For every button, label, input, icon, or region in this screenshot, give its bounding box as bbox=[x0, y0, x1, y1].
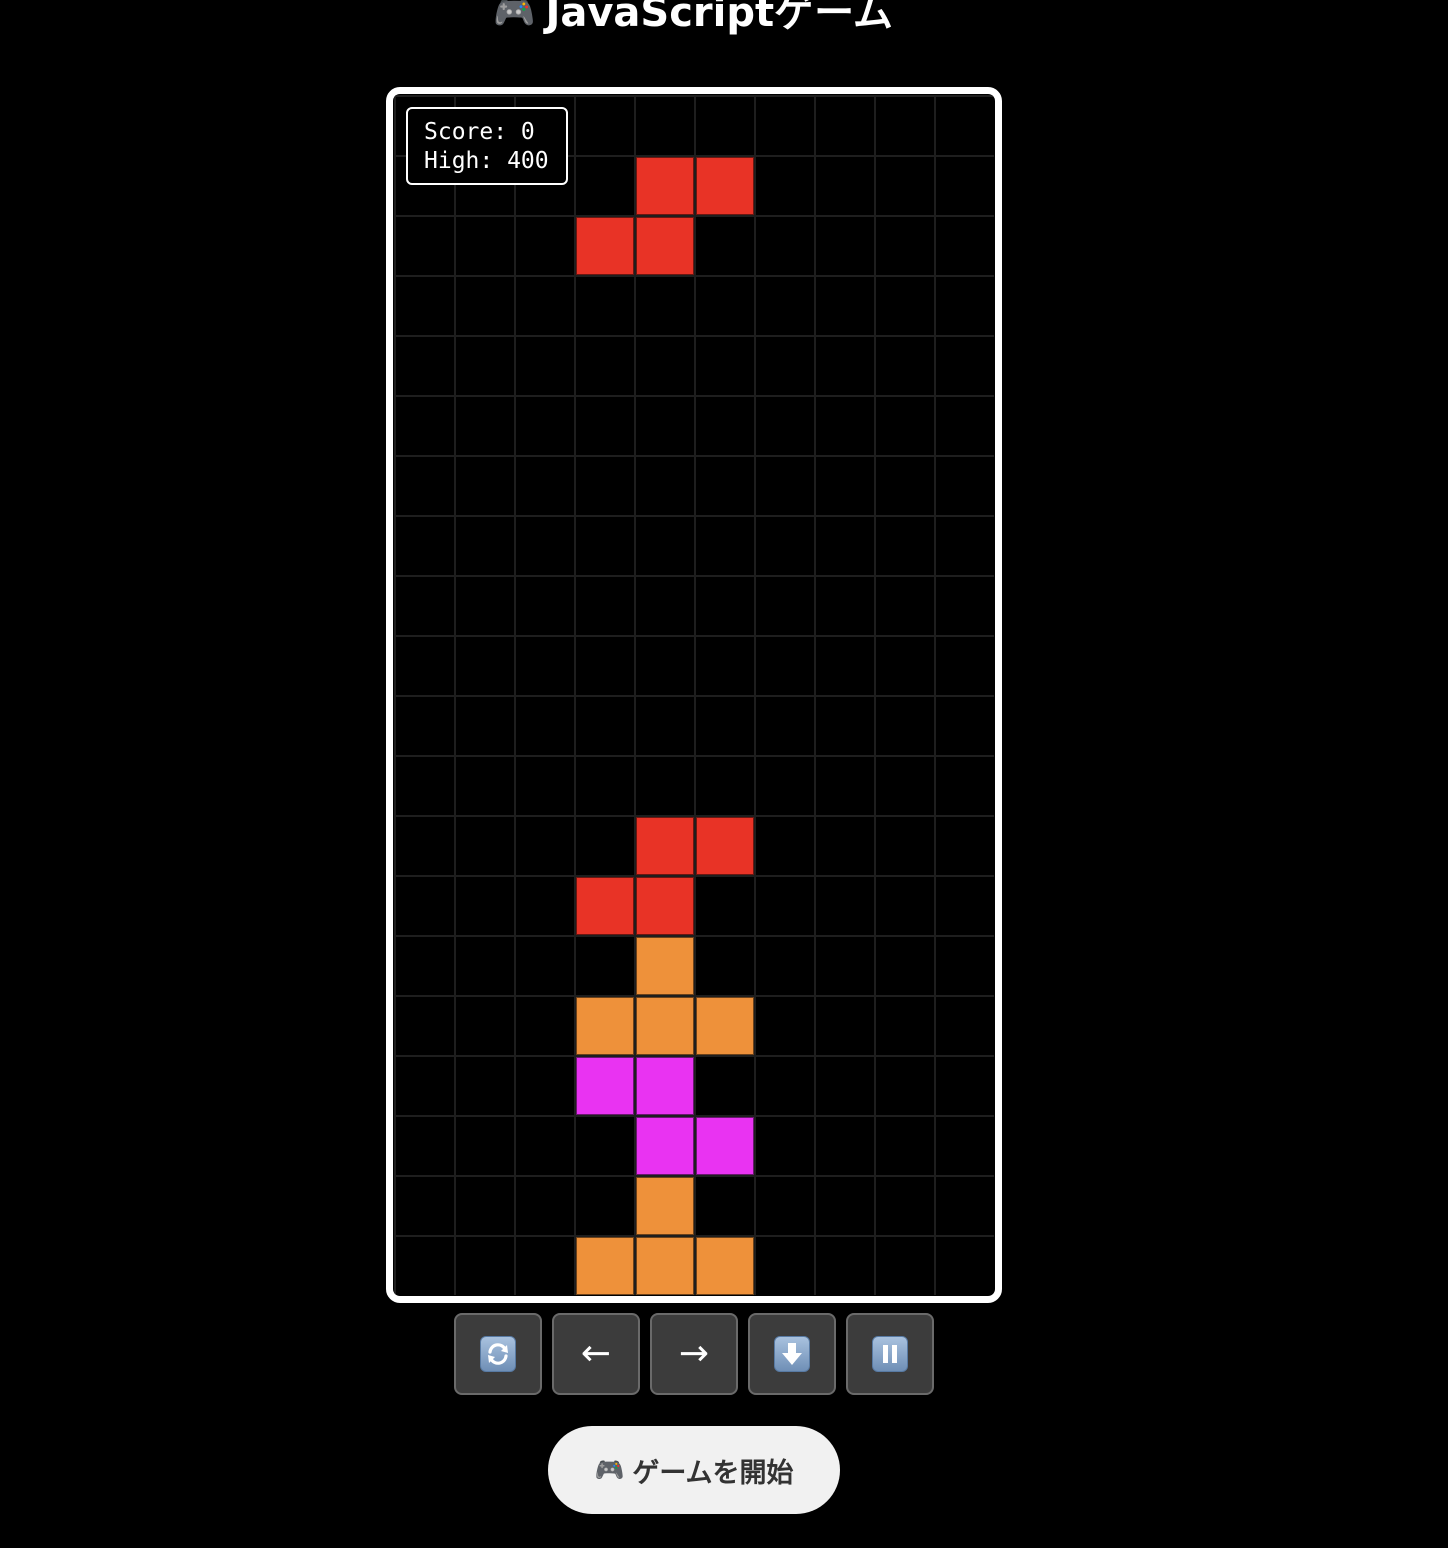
block-cell bbox=[636, 997, 694, 1055]
score-text: Score: 0 bbox=[424, 119, 535, 145]
block-cell bbox=[636, 157, 694, 215]
arrow-right-icon: → bbox=[678, 1333, 710, 1374]
gamepad-icon: 🎮 bbox=[493, 0, 536, 33]
block-cell bbox=[696, 817, 754, 875]
block-cell bbox=[636, 817, 694, 875]
block-cell bbox=[696, 157, 754, 215]
block-cell bbox=[696, 1117, 754, 1175]
block-cell bbox=[696, 1237, 754, 1295]
board-grid bbox=[394, 95, 994, 1295]
score-panel: Score: 0 High: 400 bbox=[406, 107, 568, 185]
drop-button[interactable] bbox=[748, 1313, 836, 1395]
block-cell bbox=[576, 997, 634, 1055]
rotate-icon bbox=[480, 1336, 516, 1372]
start-game-button[interactable]: 🎮 ゲームを開始 bbox=[548, 1426, 840, 1514]
block-cell bbox=[636, 937, 694, 995]
block-cell bbox=[696, 997, 754, 1055]
block-cell bbox=[636, 217, 694, 275]
block-cell bbox=[576, 1057, 634, 1115]
gamepad-icon: 🎮 bbox=[594, 1456, 625, 1484]
block-cell bbox=[636, 877, 694, 935]
arrow-down-icon bbox=[774, 1336, 810, 1372]
arrow-left-icon: ← bbox=[580, 1333, 612, 1374]
move-left-button[interactable]: ← bbox=[552, 1313, 640, 1395]
pause-button[interactable] bbox=[846, 1313, 934, 1395]
game-page: 🎮 JavaScriptゲーム Score: 0 High: 400 ← → 🎮… bbox=[0, 0, 1448, 1548]
block-cell bbox=[636, 1237, 694, 1295]
control-bar: ← → bbox=[454, 1313, 934, 1395]
page-title: 🎮 JavaScriptゲーム bbox=[0, 0, 1386, 38]
block-cell bbox=[636, 1117, 694, 1175]
move-right-button[interactable]: → bbox=[650, 1313, 738, 1395]
page-title-text: JavaScriptゲーム bbox=[545, 0, 893, 36]
block-cell bbox=[576, 217, 634, 275]
game-board[interactable] bbox=[386, 87, 1002, 1303]
block-cell bbox=[576, 877, 634, 935]
pause-icon bbox=[872, 1336, 908, 1372]
rotate-button[interactable] bbox=[454, 1313, 542, 1395]
start-game-label: ゲームを開始 bbox=[632, 1457, 794, 1489]
block-cell bbox=[576, 1237, 634, 1295]
block-cell bbox=[636, 1177, 694, 1235]
high-score-text: High: 400 bbox=[424, 148, 549, 174]
block-cell bbox=[636, 1057, 694, 1115]
